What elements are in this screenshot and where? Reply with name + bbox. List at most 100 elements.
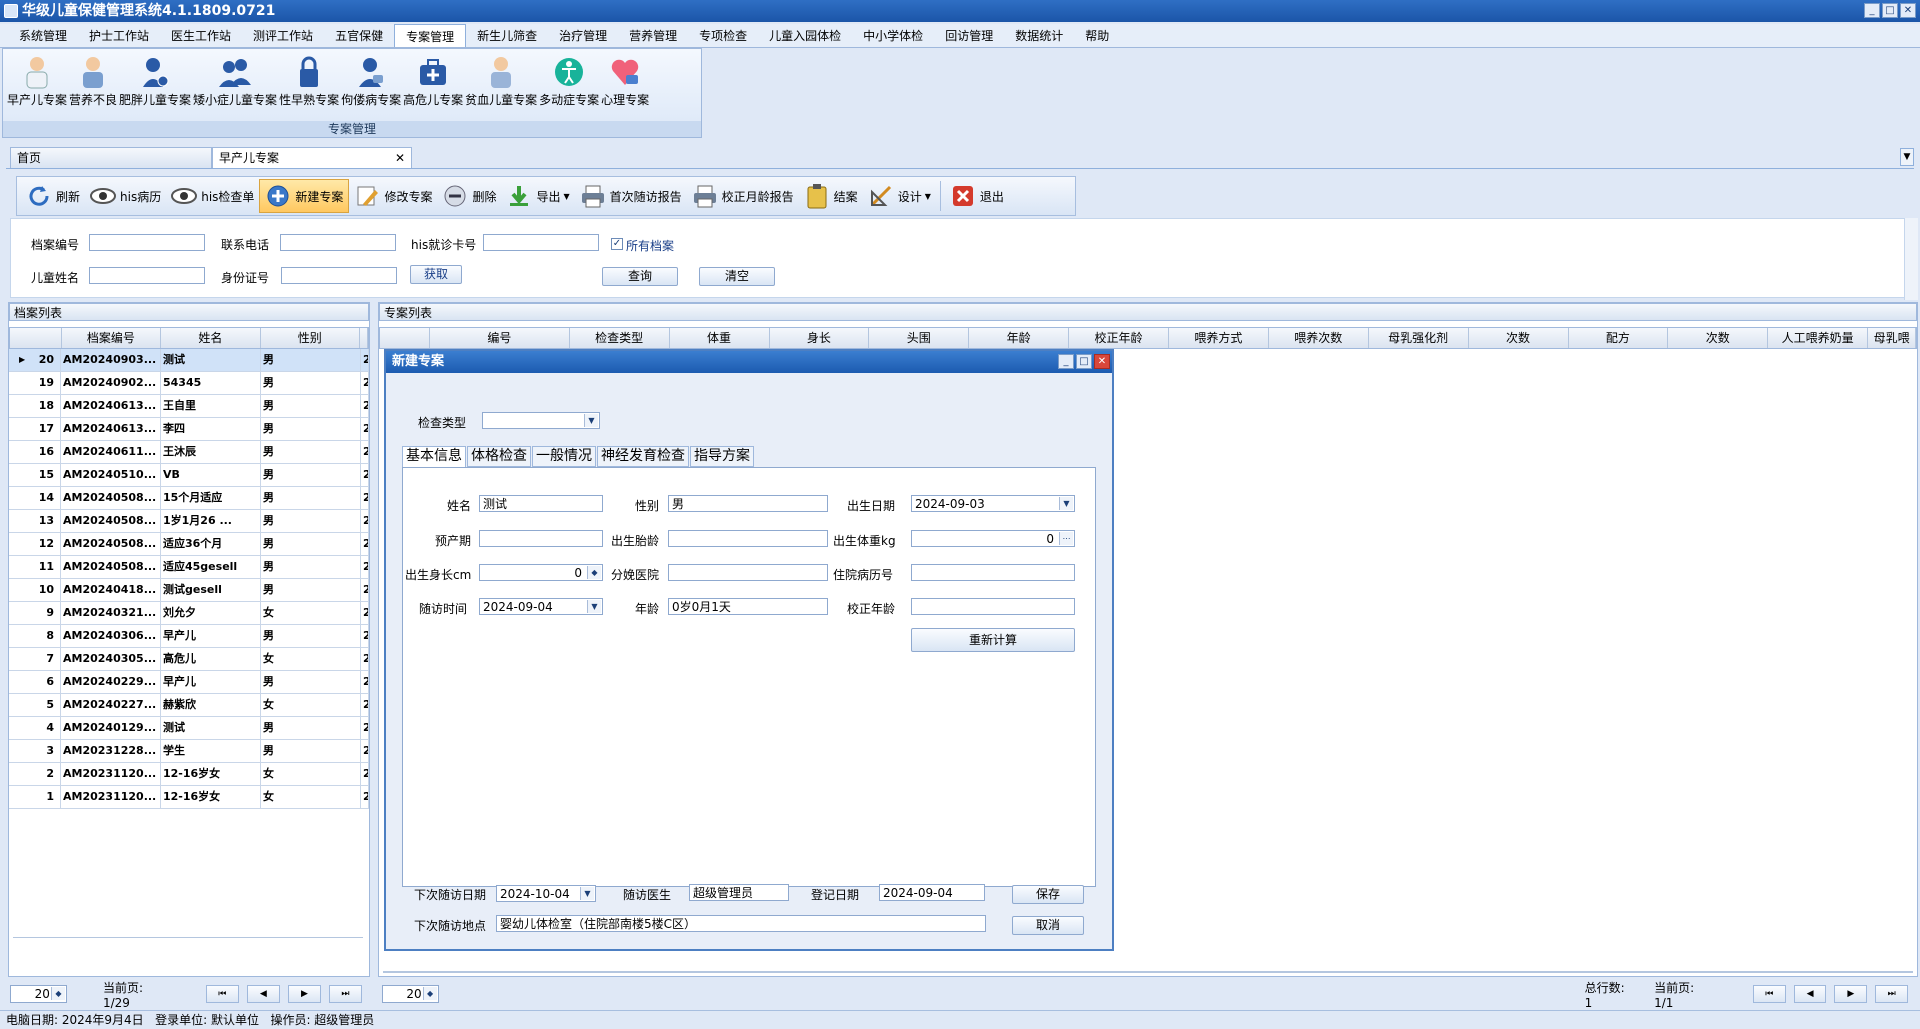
ribbon-psychology-case[interactable]: 心理专案 [601, 53, 649, 108]
phone-input[interactable] [280, 234, 396, 251]
first-visit-report-button[interactable]: 首次随访报告 [575, 179, 687, 213]
sex-input[interactable]: 男 [668, 495, 828, 512]
new-case-button[interactable]: 新建专案 [259, 179, 350, 213]
visit-doctor-input[interactable]: 超级管理员 [689, 884, 789, 901]
table-row[interactable]: 16AM20240611...王沐辰男2 [9, 441, 369, 464]
column-number[interactable]: 编号 [430, 328, 570, 348]
column-sex[interactable]: 性别 [261, 328, 361, 348]
menu-five-senses[interactable]: 五官保健 [324, 24, 394, 47]
gestational-age-input[interactable] [668, 530, 828, 547]
next-visit-date-picker[interactable]: 2024-10-04 ▼ [496, 885, 596, 902]
close-icon[interactable]: ✕ [1900, 3, 1916, 18]
file-page-size[interactable]: 20 ◆ [10, 985, 67, 1003]
tab-general-status[interactable]: 一般情况 [532, 446, 596, 467]
all-files-checkbox[interactable]: ✓ [611, 238, 623, 250]
menu-doctor-station[interactable]: 医生工作站 [160, 24, 242, 47]
menu-assessment-station[interactable]: 测评工作站 [242, 24, 324, 47]
tab-neuro-development[interactable]: 神经发育检查 [597, 446, 689, 467]
fetch-button[interactable]: 获取 [410, 265, 462, 284]
ribbon-precocious-case[interactable]: 性早熟专案 [279, 53, 339, 108]
column-weight[interactable]: 体重 [670, 328, 770, 348]
table-row[interactable]: 19AM20240902...54345男2 [9, 372, 369, 395]
case-page-size[interactable]: 20 ◆ [382, 985, 439, 1003]
ribbon-anemia-case[interactable]: 贫血儿童专案 [465, 53, 537, 108]
ribbon-obesity-case[interactable]: 肥胖儿童专案 [119, 53, 191, 108]
prev-page-button[interactable]: ◀ [246, 985, 280, 1003]
table-row[interactable]: 1AM20231120...12-16岁女女2 [9, 786, 369, 809]
table-row[interactable]: 2AM20231120...12-16岁女女2 [9, 763, 369, 786]
last-page-button[interactable]: ⏭ [1875, 985, 1909, 1003]
table-row[interactable]: 11AM20240508...适应45gesell男2 [9, 556, 369, 579]
tab-physical-exam[interactable]: 体格检查 [467, 446, 531, 467]
file-list-hscroll[interactable] [13, 937, 363, 943]
tab-basic-info[interactable]: 基本信息 [402, 446, 466, 467]
refresh-button[interactable]: 刷新 [21, 179, 85, 213]
table-row[interactable]: 4AM20240129...测试男2 [9, 717, 369, 740]
table-row[interactable]: 5AM20240227...赫紫欣女2 [9, 694, 369, 717]
close-tab-icon[interactable]: ✕ [395, 148, 405, 168]
close-icon[interactable]: ✕ [1094, 354, 1110, 369]
first-page-button[interactable]: ⏮ [1752, 985, 1786, 1003]
first-page-button[interactable]: ⏮ [205, 985, 239, 1003]
id-no-input[interactable] [281, 267, 397, 284]
delete-button[interactable]: 删除 [437, 179, 501, 213]
birth-date-picker[interactable]: 2024-09-03 ▼ [911, 495, 1075, 512]
inpatient-no-input[interactable] [911, 564, 1075, 581]
tab-preterm-case[interactable]: 早产儿专案 ✕ [212, 147, 412, 169]
ribbon-preterm-case[interactable]: 早产儿专案 [7, 53, 67, 108]
menu-system[interactable]: 系统管理 [8, 24, 78, 47]
menu-case-management[interactable]: 专案管理 [394, 24, 467, 47]
column-artificial-milk[interactable]: 人工喂养奶量 [1768, 328, 1869, 348]
tab-home[interactable]: 首页 [10, 147, 212, 169]
table-row[interactable]: 3AM20231228...学生男2 [9, 740, 369, 763]
tab-list-dropdown[interactable]: ▼ [1900, 148, 1914, 166]
minimize-icon[interactable]: _ [1058, 354, 1074, 369]
maximize-icon[interactable]: □ [1076, 354, 1092, 369]
last-page-button[interactable]: ⏭ [328, 985, 363, 1003]
check-type-select[interactable]: ▼ [482, 412, 600, 429]
search-scrollbar[interactable] [1904, 218, 1918, 300]
ribbon-rickets-case[interactable]: 佝偻病专案 [341, 53, 401, 108]
menu-nurse-station[interactable]: 护士工作站 [78, 24, 160, 47]
query-button[interactable]: 查询 [602, 267, 678, 286]
table-row[interactable]: 12AM20240508...适应36个月男2 [9, 533, 369, 556]
table-row[interactable]: 17AM20240613...李四男2 [9, 418, 369, 441]
ribbon-high-risk-case[interactable]: 高危儿专案 [403, 53, 463, 108]
column-head[interactable]: 头围 [869, 328, 970, 348]
table-row[interactable]: 14AM20240508...15个月适应男2 [9, 487, 369, 510]
close-case-button[interactable]: 结案 [799, 179, 863, 213]
column-name[interactable]: 姓名 [161, 328, 261, 348]
design-button[interactable]: 设计 ▼ [863, 179, 936, 213]
menu-special-check[interactable]: 专项检查 [688, 24, 758, 47]
his-record-button[interactable]: his病历 [85, 179, 166, 213]
column-age[interactable]: 年龄 [969, 328, 1070, 348]
next-page-button[interactable]: ▶ [287, 985, 321, 1003]
name-input[interactable]: 测试 [479, 495, 603, 512]
column-count-2[interactable]: 次数 [1668, 328, 1769, 348]
corrected-age-input[interactable] [911, 598, 1075, 615]
edit-case-button[interactable]: 修改专案 [349, 179, 437, 213]
register-date-input[interactable]: 2024-09-04 [879, 884, 985, 901]
menu-newborn-screening[interactable]: 新生儿筛查 [466, 24, 548, 47]
column-count-1[interactable]: 次数 [1469, 328, 1569, 348]
column-breast-feeding[interactable]: 母乳喂 [1868, 328, 1917, 348]
exit-button[interactable]: 退出 [945, 179, 1009, 213]
minimize-icon[interactable]: _ [1864, 3, 1880, 18]
table-row[interactable]: 10AM20240418...测试gesell男2 [9, 579, 369, 602]
child-name-input[interactable] [89, 267, 205, 284]
his-card-input[interactable] [483, 234, 599, 251]
column-file-no[interactable]: 档案编号 [62, 328, 162, 348]
menu-school-exam[interactable]: 中小学体检 [852, 24, 934, 47]
table-row[interactable]: 20AM20240903...测试男2 ▶ [9, 349, 369, 372]
column-check-type[interactable]: 检查类型 [570, 328, 670, 348]
corrected-age-report-button[interactable]: 校正月龄报告 [687, 179, 799, 213]
cancel-button[interactable]: 取消 [1012, 916, 1084, 935]
ribbon-short-stature-case[interactable]: 矮小症儿童专案 [193, 53, 277, 108]
menu-help[interactable]: 帮助 [1074, 24, 1120, 47]
column-length[interactable]: 身长 [770, 328, 870, 348]
save-button[interactable]: 保存 [1012, 885, 1084, 904]
age-input[interactable]: 0岁0月1天 [668, 598, 828, 615]
menu-follow-up[interactable]: 回访管理 [934, 24, 1004, 47]
column-corrected-age[interactable]: 校正年龄 [1069, 328, 1169, 348]
column-feeding-count[interactable]: 喂养次数 [1269, 328, 1369, 348]
